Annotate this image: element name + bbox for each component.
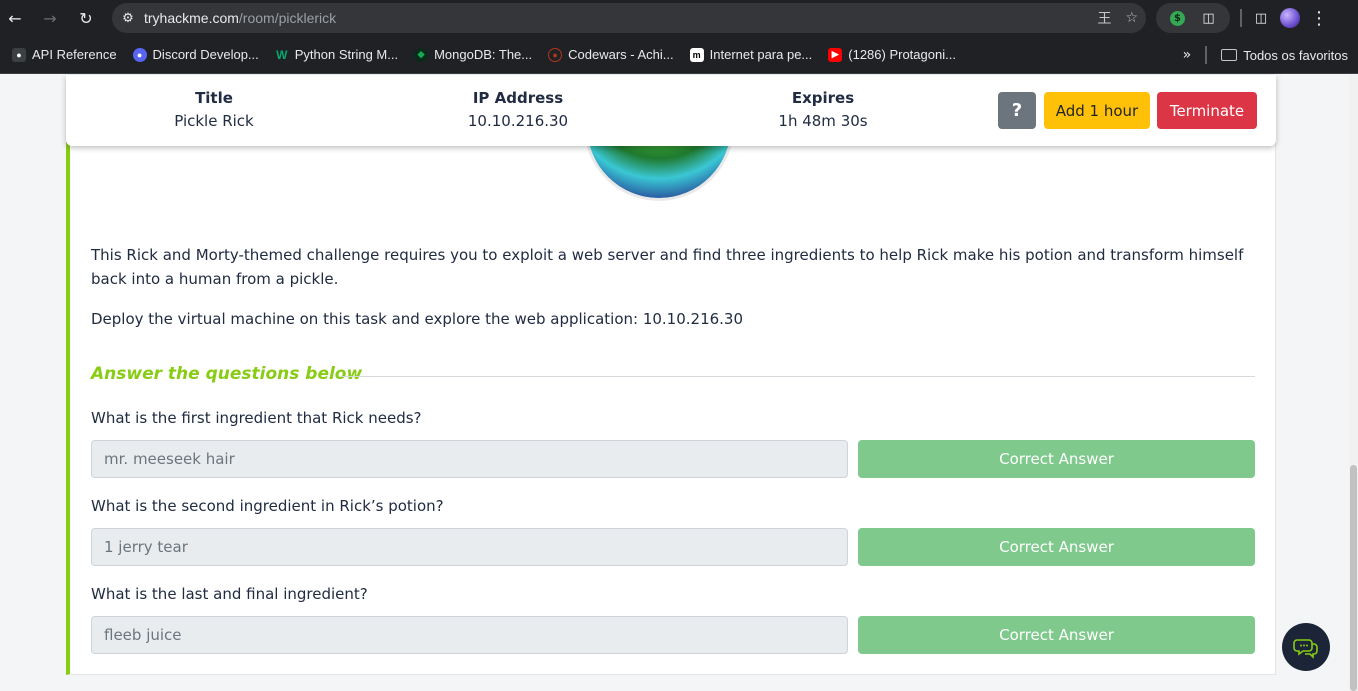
side-panel-icon[interactable]: ◫ — [1252, 9, 1270, 27]
dollar-extension-icon[interactable]: $ — [1169, 9, 1187, 27]
task-description: This Rick and Morty-themed challenge req… — [91, 246, 1244, 288]
bookmark-discord[interactable]: ● Discord Develop... — [125, 41, 267, 69]
folder-icon — [1221, 49, 1238, 61]
bookmark-label: Codewars - Achi... — [568, 47, 674, 62]
bookmark-codewars[interactable]: ● Codewars - Achi... — [540, 41, 682, 69]
all-bookmarks-label: Todos os favoritos — [1243, 47, 1348, 63]
translate-icon[interactable]: 王 — [1097, 8, 1111, 28]
bookmark-internet[interactable]: m Internet para pe... — [682, 41, 821, 69]
answer-heading: Answer the questions below — [91, 364, 363, 384]
profile-avatar-icon[interactable] — [1280, 8, 1300, 28]
bookmark-label: API Reference — [32, 47, 117, 62]
correct-answer-button-2[interactable]: Correct Answer — [858, 528, 1255, 566]
api-icon: ● — [12, 47, 26, 62]
url-host: tryhackme.com — [144, 10, 239, 26]
bookmark-label: Python String M... — [294, 47, 399, 62]
bookmarks-bar: ● API Reference ● Discord Develop... W Pyth… — [0, 36, 1358, 74]
expires-column: Expires 1h 48m 30s — [766, 89, 880, 130]
answer-field-2[interactable]: 1 jerry tear — [91, 528, 848, 566]
expires-value: 1h 48m 30s — [778, 112, 868, 130]
mongodb-leaf-icon: ◆ — [414, 47, 429, 62]
bookmark-mongodb[interactable]: ◆ MongoDB: The... — [406, 41, 540, 69]
terminate-button[interactable]: Terminate — [1157, 92, 1257, 129]
answer-field-1[interactable]: mr. meeseek hair — [91, 440, 848, 478]
extensions-pill: $ ◫ — [1156, 3, 1230, 33]
more-bookmarks-chevron-icon[interactable]: » — [1183, 47, 1192, 63]
question-1: What is the first ingredient that Rick n… — [91, 409, 422, 427]
page-scrollbar-thumb[interactable] — [1350, 465, 1357, 691]
url-text[interactable]: tryhackme.com/room/picklerick — [144, 10, 336, 26]
expires-label: Expires — [791, 89, 855, 107]
site-settings-icon[interactable]: ⚙ — [112, 11, 144, 26]
address-bar[interactable]: ⚙ tryhackme.com/room/picklerick 王 ☆ — [112, 3, 1146, 33]
bookmarks-divider — [1205, 46, 1208, 64]
discord-icon: ● — [132, 47, 147, 62]
browser-toolbar: ← → ↻ ⚙ tryhackme.com/room/picklerick 王 … — [0, 0, 1358, 36]
correct-answer-button-1[interactable]: Correct Answer — [858, 440, 1255, 478]
codewars-icon: ● — [548, 47, 563, 62]
answer-divider — [340, 376, 1255, 377]
answer-field-3[interactable]: fleeb juice — [91, 616, 848, 654]
title-column: Title Pickle Rick — [162, 89, 266, 130]
bookmark-label: Discord Develop... — [152, 47, 259, 62]
bookmark-api-reference[interactable]: ● API Reference — [4, 41, 125, 69]
w3-icon: W — [276, 47, 288, 62]
correct-answer-button-3[interactable]: Correct Answer — [858, 616, 1255, 654]
back-arrow-icon[interactable]: ← — [1, 4, 29, 32]
toolbar-divider — [1240, 9, 1242, 27]
youtube-icon: ▶ — [828, 47, 843, 62]
url-path: /room/picklerick — [238, 10, 337, 26]
title-label: Title — [195, 89, 233, 107]
question-2: What is the second ingredient in Rick’s … — [91, 497, 444, 515]
add-hour-button[interactable]: Add 1 hour — [1044, 92, 1150, 129]
forward-arrow-icon[interactable]: → — [36, 4, 64, 32]
title-value: Pickle Rick — [174, 112, 254, 130]
ip-label: IP Address — [472, 89, 564, 107]
all-bookmarks-folder[interactable]: Todos os favoritos — [1221, 41, 1348, 69]
chat-icon — [1293, 639, 1318, 659]
m-icon: m — [689, 47, 704, 62]
machine-info-bar: Title Pickle Rick IP Address 10.10.216.3… — [66, 75, 1276, 146]
question-3: What is the last and final ingredient? — [91, 585, 368, 603]
bookmark-label: MongoDB: The... — [434, 47, 533, 62]
puzzle-extensions-icon[interactable]: ◫ — [1200, 9, 1218, 27]
chat-bubble-button[interactable] — [1282, 623, 1330, 671]
bookmark-youtube[interactable]: ▶ (1286) Protagoni... — [820, 41, 964, 69]
bookmark-star-icon[interactable]: ☆ — [1125, 10, 1138, 26]
help-button[interactable]: ? — [998, 92, 1036, 129]
kebab-menu-icon[interactable]: ⋮ — [1310, 8, 1328, 29]
ip-column: IP Address 10.10.216.30 — [458, 89, 578, 130]
ip-value: 10.10.216.30 — [467, 112, 569, 130]
bookmark-label: (1286) Protagoni... — [848, 47, 956, 62]
reload-icon[interactable]: ↻ — [72, 4, 100, 32]
deploy-instructions: Deploy the virtual machine on this task … — [91, 310, 744, 328]
bookmark-python-string[interactable]: W Python String M... — [267, 41, 406, 69]
bookmark-label: Internet para pe... — [709, 47, 813, 62]
